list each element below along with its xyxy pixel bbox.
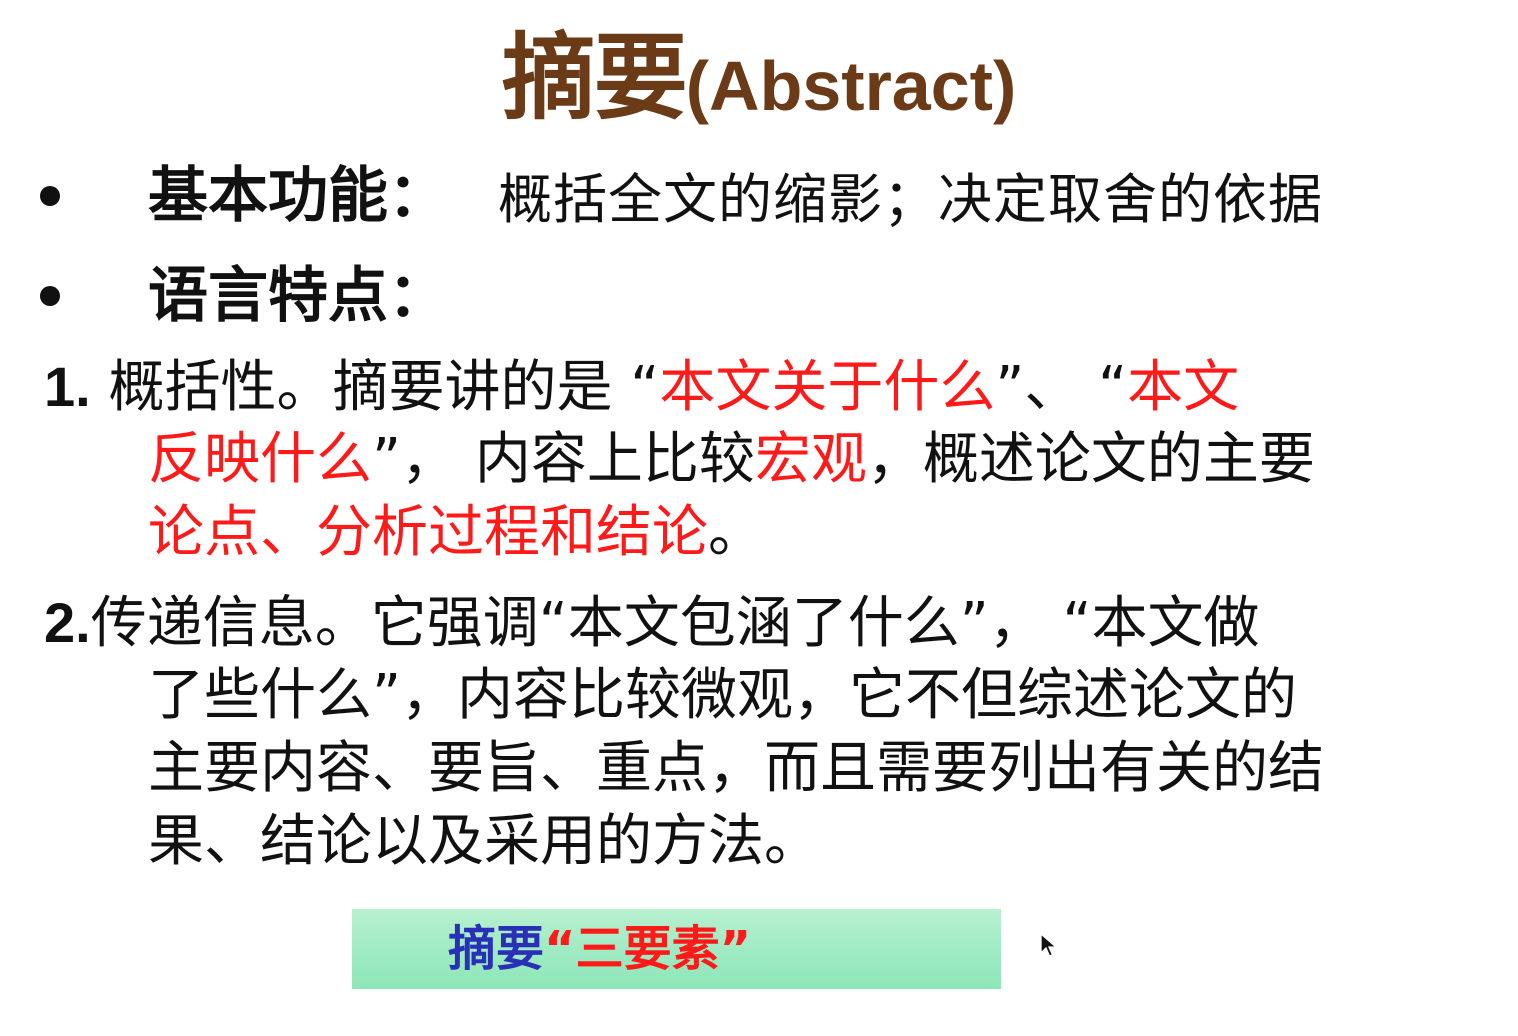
point-1-line-3: 论点、分析过程和结论。 — [148, 500, 764, 565]
red-highlight: 论点、分析过程和结论 — [148, 500, 708, 565]
point-number: 1. — [44, 355, 91, 418]
point-1-paragraph: 1. 概括性。摘要讲的是 “本文关于什么”、 “本文 反映什么”， 内容上比较宏… — [44, 350, 1484, 569]
red-highlight: 本文关于什么 — [659, 355, 996, 420]
point-number: 2. — [44, 591, 91, 654]
summary-box-label: 摘要“三要素” — [448, 921, 752, 977]
bullet-label: 基本功能： — [148, 161, 448, 231]
bullet-label: 语言特点： — [148, 261, 448, 331]
point-1-line-2: 反映什么”， 内容上比较宏观，概述论文的主要 — [148, 427, 1315, 492]
summary-highlight: 三要素 — [575, 921, 720, 977]
bullet-text: 概括全文的缩影；决定取舍的依据 — [498, 168, 1323, 231]
point-2-line-3: 主要内容、要旨、重点，而且需要列出有关的结 — [148, 736, 1324, 801]
bullet-dot-icon — [40, 286, 60, 306]
red-highlight: 宏观 — [754, 427, 867, 492]
title-english: (Abstract) — [685, 47, 1017, 125]
bullet-language-features: 语言特点： — [0, 256, 1500, 336]
bullet-basic-function: 基本功能： 概括全文的缩影；决定取舍的依据 — [0, 156, 1500, 236]
slide-title: 摘要(Abstract) — [0, 24, 1518, 160]
bullet-dot-icon — [40, 186, 60, 206]
three-elements-button[interactable]: 摘要“三要素” — [352, 909, 1001, 989]
slide: 摘要(Abstract) 基本功能： 概括全文的缩影；决定取舍的依据 语言特点：… — [0, 0, 1518, 1036]
point-1-line-1: 1. 概括性。摘要讲的是 “本文关于什么”、 “本文 — [44, 355, 1240, 420]
red-highlight: 本文 — [1127, 355, 1240, 420]
point-2-line-1: 2.传递信息。它强调“本文包涵了什么”， “本文做 — [44, 591, 1260, 656]
title-chinese: 摘要 — [501, 24, 688, 133]
point-2-line-2: 了些什么”，内容比较微观，它不但综述论文的 — [148, 663, 1298, 728]
point-2-paragraph: 2.传递信息。它强调“本文包涵了什么”， “本文做 了些什么”，内容比较微观，它… — [44, 586, 1484, 878]
point-2-line-4: 果、结论以及采用的方法。 — [148, 809, 820, 874]
red-highlight: 反映什么 — [148, 427, 372, 492]
mouse-pointer-icon — [1040, 933, 1058, 957]
